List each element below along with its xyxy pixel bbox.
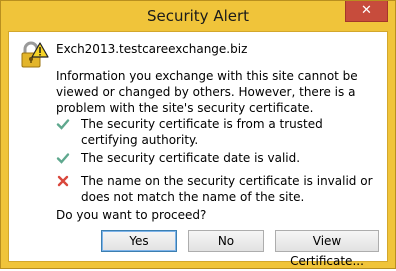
error-x-icon	[57, 175, 69, 187]
title-bar[interactable]: Security Alert ✕	[1, 1, 395, 31]
dialog-body: Exch2013.testcareexchange.biz Informatio…	[8, 31, 388, 268]
lock-warning-icon	[21, 41, 49, 68]
close-button[interactable]: ✕	[345, 1, 388, 22]
check-item-text: The security certificate date is valid.	[81, 151, 301, 165]
no-button[interactable]: No	[188, 230, 264, 252]
check-item-text: The security certificate is from a trust…	[81, 117, 323, 147]
site-hostname: Exch2013.testcareexchange.biz	[56, 42, 248, 56]
check-item-text: The name on the security certificate is …	[81, 174, 373, 204]
check-icon	[56, 119, 70, 130]
check-item-trusted-authority: The security certificate is from a trust…	[56, 116, 376, 148]
view-certificate-button[interactable]: View Certificate...	[275, 230, 379, 268]
info-text: Information you exchange with this site …	[56, 69, 358, 115]
proceed-question: Do you want to proceed?	[56, 208, 207, 222]
security-alert-window: Security Alert ✕ Exch2013.testcareexchan…	[0, 0, 396, 269]
check-item-name-mismatch: The name on the security certificate is …	[56, 173, 376, 205]
check-item-date-valid: The security certificate date is valid.	[56, 150, 376, 166]
yes-button[interactable]: Yes	[101, 230, 177, 252]
check-icon	[56, 153, 70, 164]
window-title: Security Alert	[146, 7, 250, 25]
